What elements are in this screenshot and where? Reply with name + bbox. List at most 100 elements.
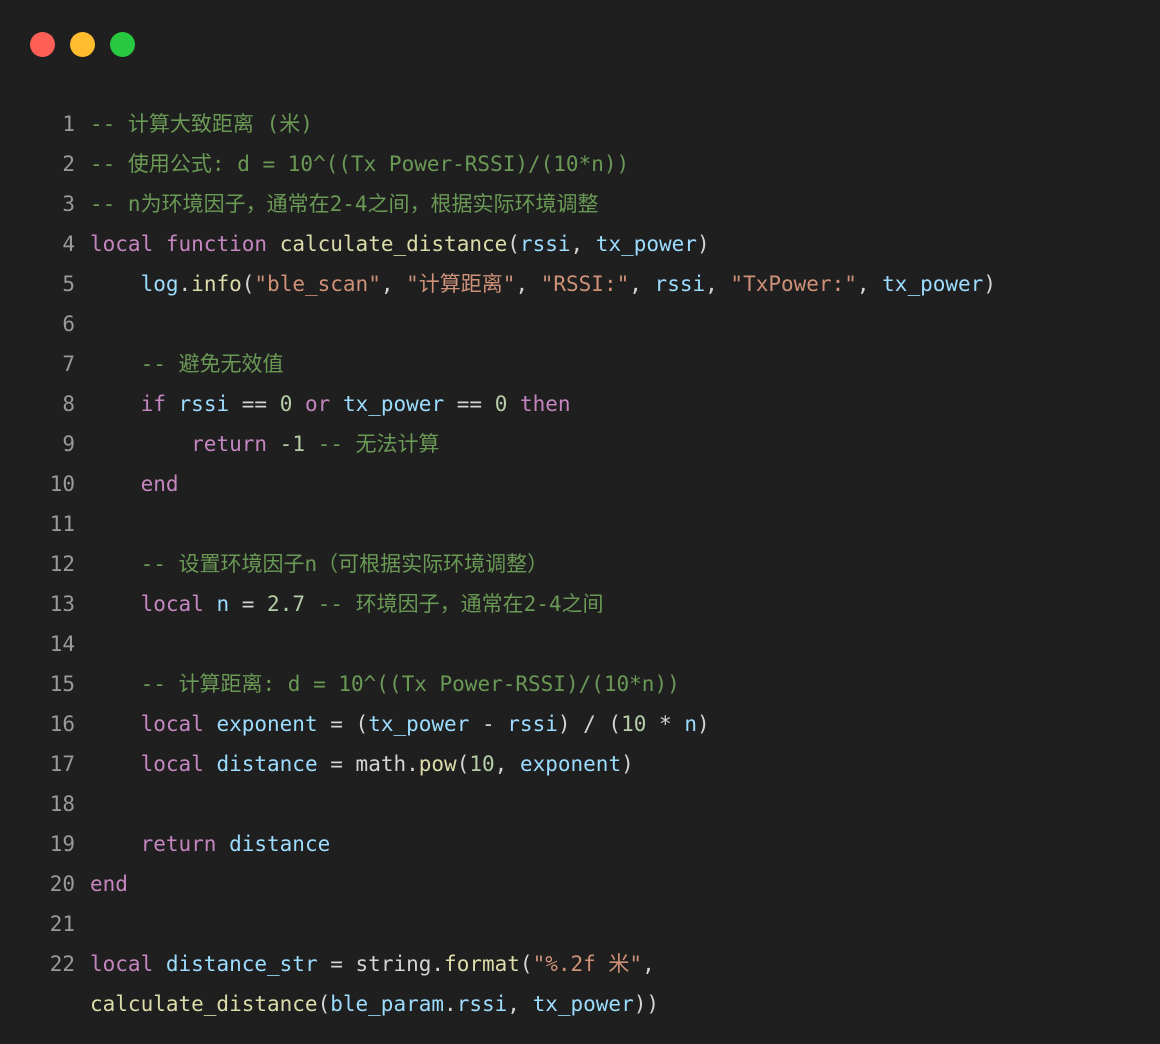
line-content: -- n为环境因子，通常在2-4之间，根据实际环境调整	[90, 184, 1160, 224]
code-token: calculate_distance	[90, 992, 318, 1016]
line-content: -- 计算距离: d = 10^((Tx Power-RSSI)/(10*n))	[90, 664, 1160, 704]
close-button[interactable]	[30, 32, 55, 57]
line-number: 9	[62, 432, 75, 456]
line-content	[90, 784, 1160, 824]
code-token: = (	[317, 712, 369, 736]
code-token: info	[191, 272, 242, 296]
code-token: distance	[216, 752, 318, 776]
code-token: -- 设置环境因子n（可根据实际环境调整）	[140, 552, 549, 576]
code-token: rssi	[519, 232, 571, 256]
code-token: -- 环境因子，通常在2-4之间	[317, 592, 604, 616]
code-token: )	[983, 272, 996, 296]
code-token: (	[241, 272, 255, 296]
code-token: local	[90, 232, 154, 256]
code-token: local	[140, 592, 204, 616]
code-token: "%.2f 米"	[532, 952, 643, 976]
code-token: tx_power	[342, 392, 445, 416]
code-token: =	[317, 752, 356, 776]
code-token: ,	[629, 272, 655, 296]
line-content: -- 设置环境因子n（可根据实际环境调整）	[90, 544, 1160, 584]
line-number: 8	[62, 392, 75, 416]
code-token: or	[305, 392, 331, 416]
code-token: "ble_scan"	[254, 272, 381, 296]
code-token: tx_power	[882, 272, 984, 296]
code-token: local	[140, 752, 204, 776]
code-token: *	[646, 712, 685, 736]
line-content: log.info("ble_scan", "计算距离", "RSSI:", rs…	[90, 264, 1160, 304]
code-line: 6	[0, 304, 1160, 344]
code-block[interactable]: 1 -- 计算大致距离 (米) 2 -- 使用公式: d = 10^((Tx Powe…	[0, 104, 1160, 1026]
code-token: format	[444, 952, 520, 976]
code-token: -1	[279, 432, 305, 456]
code-token: ,	[515, 272, 541, 296]
line-number: 2	[62, 152, 75, 176]
line-content	[90, 504, 1160, 544]
code-token: return	[191, 432, 268, 456]
code-token: return	[140, 832, 217, 856]
code-token: rssi	[507, 712, 558, 736]
code-token: -	[469, 712, 508, 736]
code-token: ==	[229, 392, 280, 416]
line-number: 19	[49, 832, 75, 856]
code-token: -- 使用公式: d = 10^((Tx Power-RSSI)/(10*n))	[90, 152, 630, 176]
code-line: 13 local n = 2.7 -- 环境因子，通常在2-4之间	[0, 584, 1160, 624]
code-line: 14	[0, 624, 1160, 664]
line-number: 3	[62, 192, 75, 216]
code-line: 5 log.info("ble_scan", "计算距离", "RSSI:", …	[0, 264, 1160, 304]
code-token: function	[165, 232, 268, 256]
code-token: -- 计算距离: d = 10^((Tx Power-RSSI)/(10*n))	[140, 672, 680, 696]
line-number: 12	[49, 552, 75, 576]
line-number: 15	[49, 672, 75, 696]
line-content	[90, 904, 1160, 944]
code-token: ,	[507, 992, 533, 1016]
code-token: =	[317, 952, 356, 976]
code-line: 16 local exponent = (tx_power - rssi) / …	[0, 704, 1160, 744]
zoom-button[interactable]	[110, 32, 135, 57]
code-token: tx_power	[595, 232, 697, 256]
code-token: rssi	[654, 272, 706, 296]
code-token: rssi	[456, 992, 508, 1016]
minimize-button[interactable]	[70, 32, 95, 57]
code-token: (	[456, 752, 470, 776]
line-content: local distance_str = string.format("%.2f…	[90, 944, 1160, 1026]
code-line: 9 return -1 -- 无法计算	[0, 424, 1160, 464]
line-content	[90, 624, 1160, 664]
line-number: 4	[62, 232, 75, 256]
line-number: 20	[49, 872, 75, 896]
code-token: )	[696, 712, 710, 736]
line-content: -- 使用公式: d = 10^((Tx Power-RSSI)/(10*n))	[90, 144, 1160, 184]
code-token: .	[178, 272, 192, 296]
line-content: end	[90, 464, 1160, 504]
line-number: 5	[62, 272, 75, 296]
line-number: 11	[49, 512, 75, 536]
code-window: 1 -- 计算大致距离 (米) 2 -- 使用公式: d = 10^((Tx Powe…	[0, 0, 1160, 1044]
line-content: return -1 -- 无法计算	[90, 424, 1160, 464]
line-number: 10	[49, 472, 75, 496]
code-token: 0	[279, 392, 293, 416]
line-number: 22	[49, 952, 75, 976]
code-token: 10	[469, 752, 495, 776]
code-line: 15 -- 计算距离: d = 10^((Tx Power-RSSI)/(10*…	[0, 664, 1160, 704]
code-token: ))	[633, 992, 660, 1016]
code-token: exponent	[216, 712, 318, 736]
code-token: -- 无法计算	[317, 432, 440, 456]
code-token: exponent	[519, 752, 622, 776]
code-token: tx_power	[368, 712, 470, 736]
code-token: ,	[705, 272, 731, 296]
code-token: "计算距离"	[406, 272, 516, 296]
code-token: 2.7	[267, 592, 305, 616]
code-token: then	[520, 392, 571, 416]
code-token: )	[696, 232, 710, 256]
code-line: 10 end	[0, 464, 1160, 504]
